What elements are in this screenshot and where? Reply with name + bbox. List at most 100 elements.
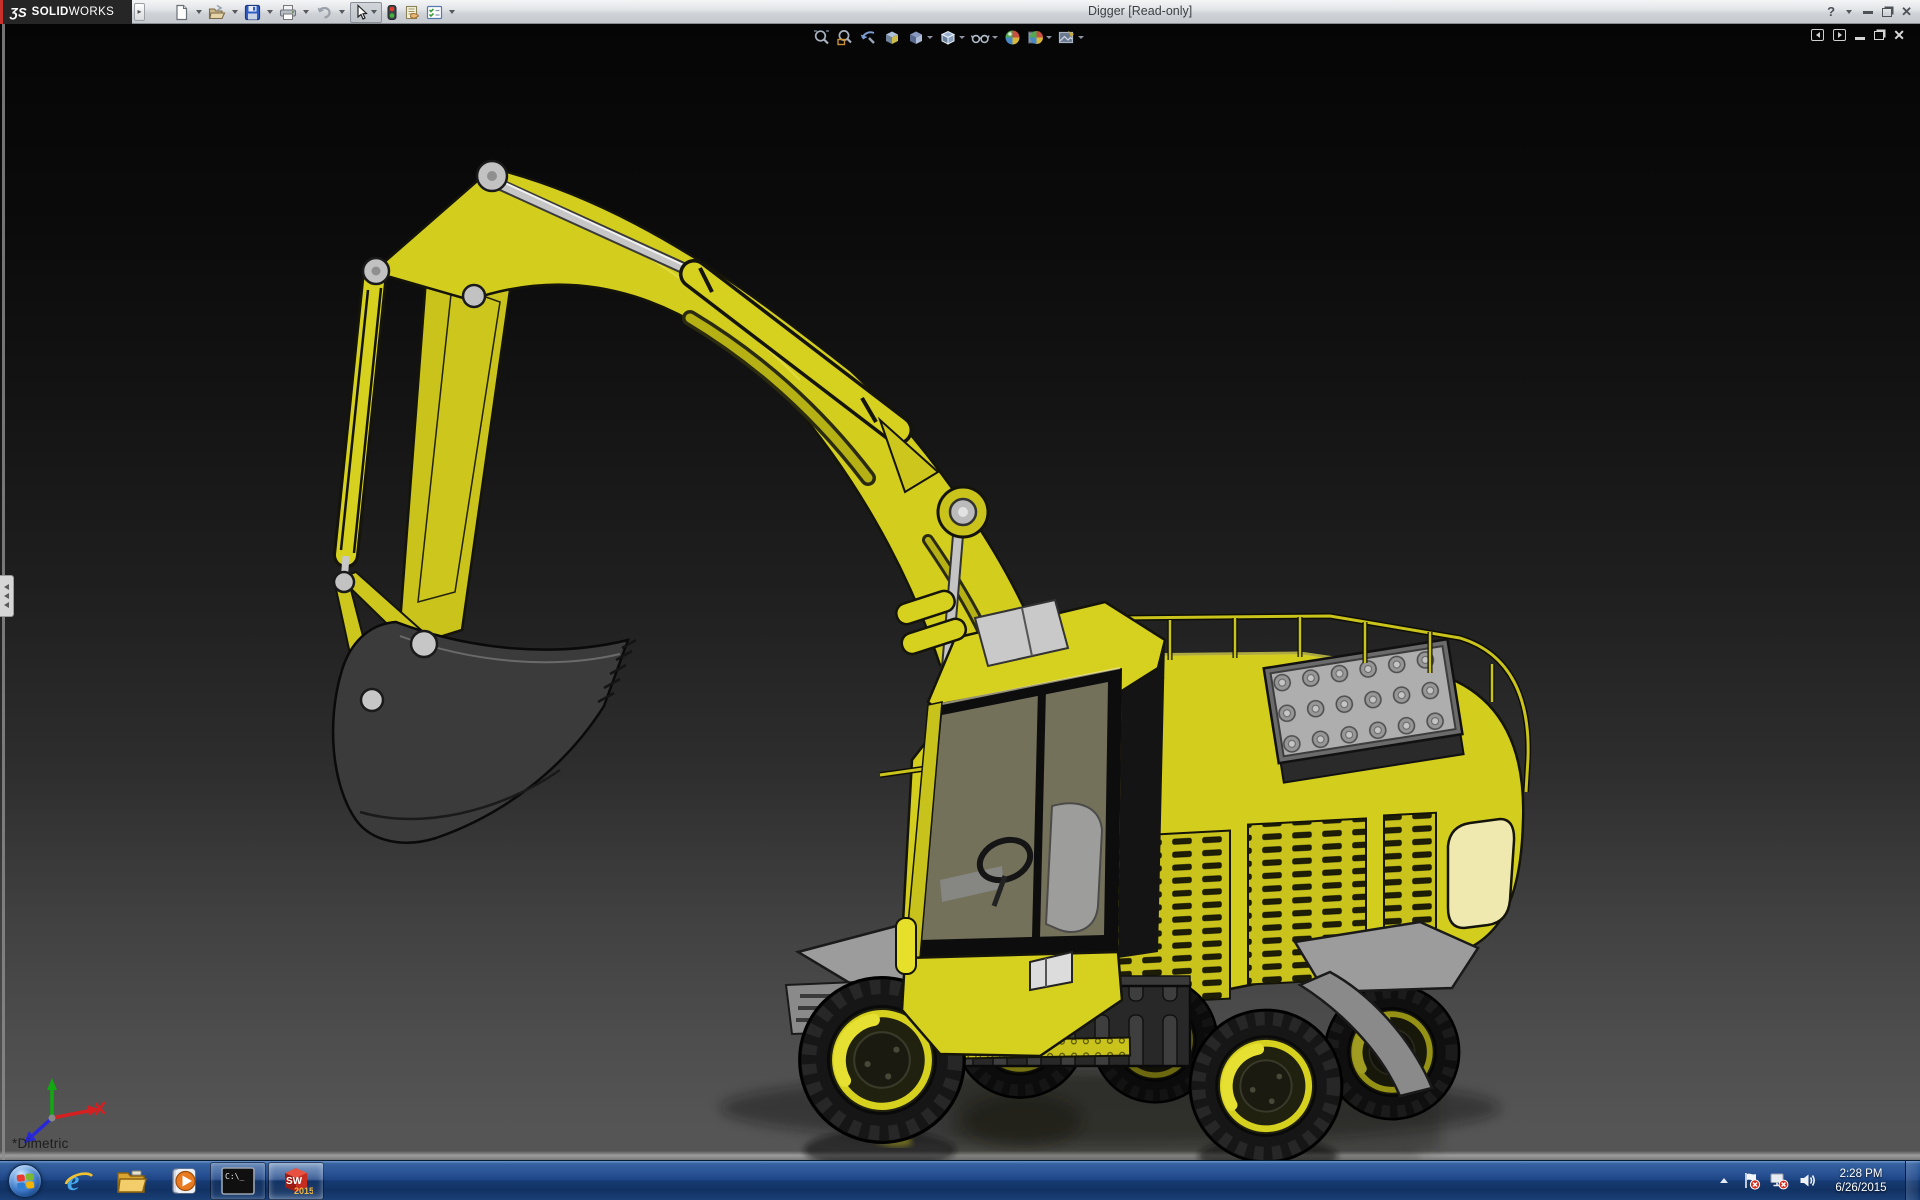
clock-date: 6/26/2015 [1825, 1181, 1897, 1195]
apply-scene-icon [1027, 29, 1044, 46]
new-dropdown[interactable] [196, 10, 202, 14]
select-dropdown[interactable] [371, 10, 377, 14]
media-player-icon [167, 1165, 199, 1197]
collapse-arrow-icon [4, 584, 9, 590]
svg-text:C:\_: C:\_ [225, 1172, 244, 1181]
doc-restore-button[interactable] [1874, 31, 1884, 40]
view-settings-icon [1058, 29, 1076, 46]
graphics-viewport[interactable]: ✕ *Dimetric [0, 24, 1920, 1160]
view-settings-dropdown[interactable] [1078, 36, 1084, 39]
help-dropdown[interactable] [1846, 10, 1852, 14]
save-button[interactable] [243, 3, 262, 22]
collapse-arrow-icon [4, 602, 9, 608]
collapse-arrow-icon [4, 593, 9, 599]
eyeglasses-icon [971, 29, 990, 46]
taskbar-item-solidworks-2015[interactable]: SW 2015 [268, 1162, 324, 1200]
options-dropdown[interactable] [449, 10, 455, 14]
edit-appearance-button[interactable] [1003, 28, 1022, 47]
rear-window [1448, 819, 1514, 928]
rebuild-trafficlight-icon [386, 4, 398, 21]
bucket-cylinder[interactable] [341, 282, 381, 596]
app-restore-button[interactable] [1882, 8, 1892, 17]
apply-scene-dropdown[interactable] [1046, 36, 1052, 39]
document-title: Digger [Read-only] [1088, 4, 1192, 18]
view-orientation-dropdown[interactable] [927, 36, 933, 39]
title-bar: ƷS SOLIDWORKS ▸ [0, 0, 1920, 24]
taskbar-item-windows-explorer[interactable] [111, 1161, 151, 1200]
display-style-icon [939, 29, 957, 46]
svg-text:2015: 2015 [294, 1186, 313, 1196]
start-button[interactable] [8, 1164, 42, 1198]
solidworks-logo: ƷS SOLIDWORKS [0, 0, 132, 24]
app-name: SOLIDWORKS [32, 6, 115, 18]
pane-left-icon [1816, 32, 1820, 38]
open-folder-icon [208, 4, 226, 21]
taskbar-item-internet-explorer[interactable]: e [59, 1161, 99, 1200]
show-display-pane-button[interactable] [1833, 29, 1846, 41]
print-icon [279, 4, 297, 21]
solidworks-2015-icon: SW 2015 [279, 1165, 313, 1197]
document-window-controls: ✕ [1811, 28, 1905, 42]
view-settings-button[interactable] [1057, 28, 1085, 47]
volume-icon[interactable] [1798, 1171, 1817, 1190]
open-button[interactable] [207, 3, 227, 22]
dassault-3ds-icon: ƷS [10, 5, 27, 20]
open-dropdown[interactable] [232, 10, 238, 14]
select-button[interactable] [350, 2, 382, 23]
zoom-to-area-icon [836, 29, 853, 46]
display-style-button[interactable] [938, 28, 966, 47]
view-orientation-icon [907, 29, 925, 46]
view-orientation-button[interactable] [906, 28, 934, 47]
show-feature-pane-button[interactable] [1811, 29, 1824, 41]
toolbar-expander-button[interactable]: ▸ [134, 3, 145, 21]
action-center-flag-icon[interactable] [1742, 1171, 1761, 1190]
feature-pane-collapsed-tab[interactable] [0, 575, 14, 617]
print-dropdown[interactable] [303, 10, 309, 14]
hide-show-dropdown[interactable] [992, 36, 998, 39]
command-prompt-icon: C:\_ [221, 1167, 255, 1195]
internet-explorer-icon: e [63, 1165, 95, 1197]
file-properties-icon [403, 4, 421, 21]
doc-close-button[interactable]: ✕ [1893, 28, 1905, 42]
windows-flag-icon [17, 1172, 35, 1189]
taskbar-item-media-player[interactable] [163, 1161, 203, 1200]
appearance-ball-icon [1004, 29, 1021, 46]
options-button[interactable] [425, 3, 444, 22]
clock-time: 2:28 PM [1825, 1167, 1897, 1181]
rebuild-button[interactable] [385, 3, 399, 22]
app-minimize-button[interactable] [1863, 11, 1873, 14]
help-button[interactable]: ? [1827, 0, 1835, 24]
apply-scene-button[interactable] [1026, 28, 1053, 47]
excavator-3d-model[interactable] [0, 24, 1920, 1160]
undo-dropdown[interactable] [339, 10, 345, 14]
excavator-bucket[interactable] [333, 622, 636, 843]
new-button[interactable] [172, 3, 191, 22]
select-cursor-icon [353, 4, 369, 21]
undo-icon [315, 4, 333, 21]
folder-icon [115, 1165, 147, 1197]
doc-minimize-button[interactable] [1855, 37, 1865, 40]
taskbar-clock[interactable]: 2:28 PM 6/26/2015 [1825, 1167, 1897, 1195]
undo-button[interactable] [314, 3, 334, 22]
network-status-icon[interactable] [1769, 1171, 1790, 1190]
file-properties-button[interactable] [402, 3, 422, 22]
hide-show-items-button[interactable] [970, 28, 999, 47]
standard-toolbar [172, 1, 457, 23]
system-tray: 2:28 PM 6/26/2015 [1720, 1161, 1920, 1200]
display-style-dropdown[interactable] [959, 36, 965, 39]
app-close-button[interactable]: ✕ [1901, 4, 1912, 20]
view-orientation-label: *Dimetric [12, 1136, 69, 1151]
save-dropdown[interactable] [267, 10, 273, 14]
section-view-button[interactable] [882, 28, 902, 47]
zoom-to-fit-button[interactable] [812, 28, 831, 47]
show-hidden-icons-button[interactable] [1720, 1178, 1728, 1183]
taskbar-item-command-prompt[interactable]: C:\_ [210, 1162, 266, 1200]
zoom-to-area-button[interactable] [835, 28, 854, 47]
screen: ƷS SOLIDWORKS ▸ [0, 0, 1920, 1200]
print-button[interactable] [278, 3, 298, 22]
previous-view-button[interactable] [858, 28, 878, 47]
save-floppy-icon [244, 4, 261, 21]
previous-view-icon [859, 29, 877, 46]
show-desktop-button[interactable] [1905, 1161, 1918, 1200]
new-document-icon [173, 4, 190, 21]
